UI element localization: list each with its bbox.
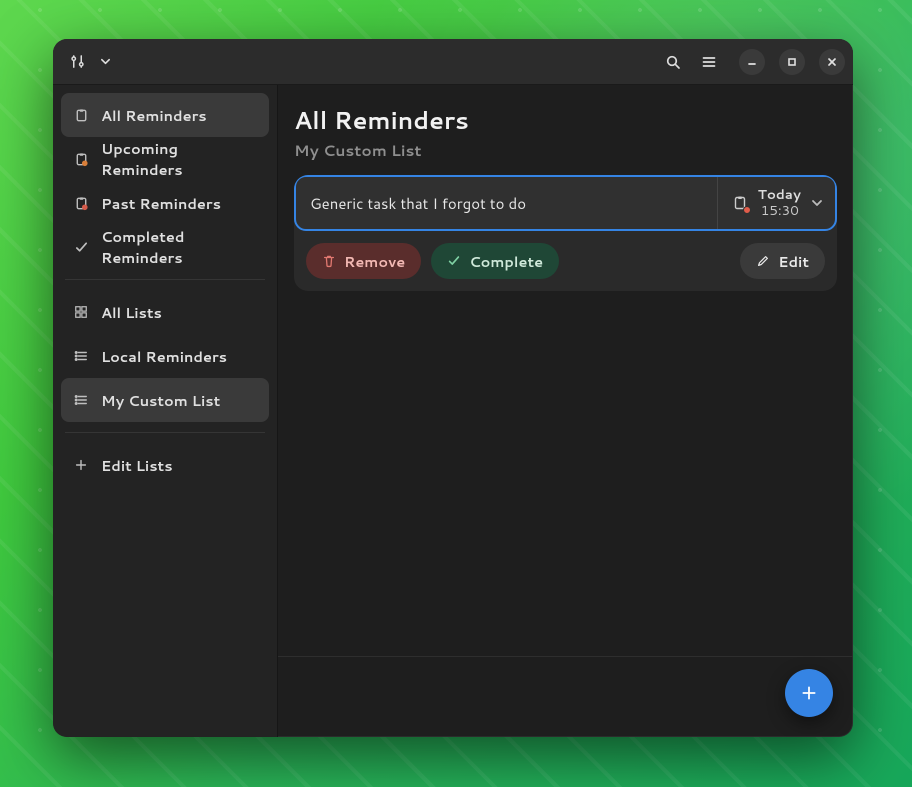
sidebar-item-label: Edit Lists xyxy=(101,455,173,476)
hamburger-menu-button[interactable] xyxy=(693,46,725,78)
check-icon xyxy=(447,254,461,268)
clipboard-past-icon xyxy=(73,195,89,211)
content-divider xyxy=(278,656,853,657)
sidebar-item-all-lists[interactable]: All Lists xyxy=(61,290,269,334)
main-content: All Reminders My Custom List Generic tas… xyxy=(278,85,853,737)
reminder-title: Generic task that I forgot to do xyxy=(296,177,717,229)
sidebar-item-my-custom-list[interactable]: My Custom List xyxy=(61,378,269,422)
sidebar-item-local-reminders[interactable]: Local Reminders xyxy=(61,334,269,378)
titlebar-left-group xyxy=(61,46,117,78)
sidebar-item-label: Local Reminders xyxy=(101,346,227,367)
sidebar-item-label: My Custom List xyxy=(101,390,220,411)
search-button[interactable] xyxy=(657,46,689,78)
sidebar-item-label: Upcoming Reminders xyxy=(101,138,257,180)
clipboard-upcoming-icon xyxy=(73,151,89,167)
check-icon xyxy=(73,239,89,255)
chevron-down-icon xyxy=(811,197,823,209)
reminder-due-button[interactable]: Today 15:30 xyxy=(717,177,835,229)
edit-label: Edit xyxy=(778,251,809,272)
maximize-button[interactable] xyxy=(779,49,805,75)
sidebar-separator xyxy=(65,432,265,433)
dropdown-button[interactable] xyxy=(93,46,117,78)
minimize-button[interactable] xyxy=(739,49,765,75)
sidebar-item-all-reminders[interactable]: All Reminders xyxy=(61,93,269,137)
list-icon xyxy=(73,348,89,364)
sidebar-item-past[interactable]: Past Reminders xyxy=(61,181,269,225)
edit-button[interactable]: Edit xyxy=(740,243,825,279)
hamburger-icon xyxy=(701,54,717,70)
sidebar-item-label: All Reminders xyxy=(101,105,207,126)
sidebar-item-label: All Lists xyxy=(101,302,162,323)
remove-label: Remove xyxy=(344,251,405,272)
complete-label: Complete xyxy=(469,251,543,272)
sliders-icon xyxy=(70,54,85,69)
pencil-icon xyxy=(756,254,770,268)
plus-icon xyxy=(73,457,89,473)
add-reminder-fab[interactable] xyxy=(785,669,833,717)
titlebar xyxy=(53,39,853,85)
grid-icon xyxy=(73,304,89,320)
page-title: All Reminders xyxy=(294,103,837,137)
reminder-due-text: Today 15:30 xyxy=(758,187,801,218)
sidebar-item-upcoming[interactable]: Upcoming Reminders xyxy=(61,137,269,181)
complete-button[interactable]: Complete xyxy=(431,243,559,279)
reminder-row[interactable]: Generic task that I forgot to do Today 1… xyxy=(294,175,837,231)
minimize-icon xyxy=(746,56,758,68)
clipboard-icon xyxy=(73,107,89,123)
sidebar-separator xyxy=(65,279,265,280)
maximize-icon xyxy=(786,56,798,68)
close-icon xyxy=(826,56,838,68)
sidebar-item-label: Past Reminders xyxy=(101,193,221,214)
sidebar: All Reminders Upcoming Reminders Past Re… xyxy=(53,85,278,737)
close-button[interactable] xyxy=(819,49,845,75)
page-subtitle: My Custom List xyxy=(294,139,837,161)
sidebar-item-edit-lists[interactable]: Edit Lists xyxy=(61,443,269,487)
due-line2: 15:30 xyxy=(761,203,801,219)
app-window: All Reminders Upcoming Reminders Past Re… xyxy=(53,39,853,737)
reminder-card: Generic task that I forgot to do Today 1… xyxy=(294,175,837,291)
sidebar-item-completed[interactable]: Completed Reminders xyxy=(61,225,269,269)
settings-icon-button[interactable] xyxy=(61,46,93,78)
chevron-down-icon xyxy=(100,56,111,67)
list-icon xyxy=(73,392,89,408)
plus-icon xyxy=(800,684,818,702)
remove-button[interactable]: Remove xyxy=(306,243,421,279)
reminder-action-row: Remove Complete Edit xyxy=(294,231,837,291)
trash-icon xyxy=(322,254,336,268)
search-icon xyxy=(665,54,681,70)
sidebar-item-label: Completed Reminders xyxy=(101,226,257,268)
clipboard-alert-icon xyxy=(732,195,748,211)
